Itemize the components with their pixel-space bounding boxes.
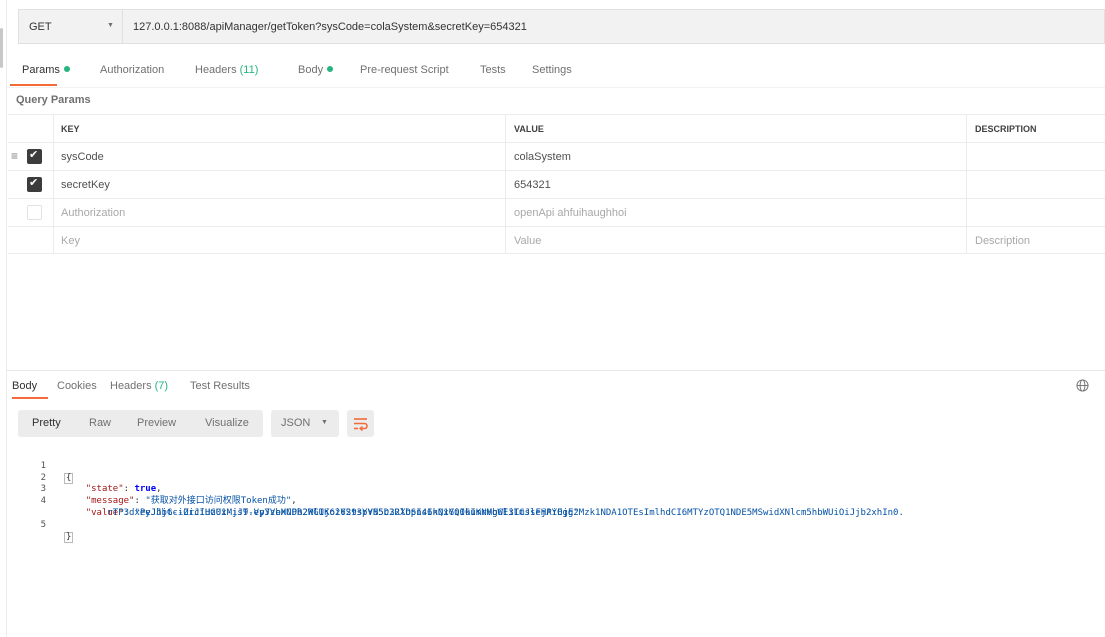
header-description: DESCRIPTION xyxy=(966,115,1105,142)
params-indicator-dot xyxy=(63,66,70,72)
code-line: 1 { xyxy=(18,449,1098,484)
code-line: 2 "state": true, xyxy=(18,461,1098,495)
response-headers-count: (7) xyxy=(154,380,169,392)
param-key[interactable]: sysCode xyxy=(53,143,512,170)
wrap-lines-button[interactable] xyxy=(347,410,374,437)
tab-body[interactable]: Body xyxy=(298,64,334,76)
tab-pre-request-script[interactable]: Pre-request Script xyxy=(360,64,449,76)
tab-params-label: Params xyxy=(22,64,60,76)
code-content: } xyxy=(64,531,74,544)
method-select[interactable]: GET ▼ xyxy=(18,9,122,44)
param-description[interactable] xyxy=(966,171,1105,198)
pane-divider[interactable] xyxy=(7,370,1105,371)
tab-headers-count: (11) xyxy=(239,64,259,76)
tab-settings-label: Settings xyxy=(532,64,572,76)
tab-pre-request-script-label: Pre-request Script xyxy=(360,64,449,76)
code-line: 3 "message": "获取对外接口访问权限Token成功", xyxy=(18,473,1098,506)
view-mode-segment: Pretty Raw Preview Visualize xyxy=(18,410,263,437)
param-value[interactable]: openApi ahfuihaughhoi xyxy=(505,199,964,226)
wrap-lines-icon xyxy=(354,418,368,432)
code-line: 4 "value": "eyJhbGciOiJIUzUxMiJ9.eyJzeXN… xyxy=(18,484,1098,518)
param-value[interactable]: colaSystem xyxy=(505,143,964,170)
divider xyxy=(7,87,1105,88)
format-label: JSON xyxy=(281,417,311,429)
header-value: VALUE xyxy=(505,115,964,142)
response-tab-test-results[interactable]: Test Results xyxy=(190,380,250,392)
tab-tests-label: Tests xyxy=(480,64,506,76)
view-raw[interactable]: Raw xyxy=(89,417,111,429)
active-response-tab-underline xyxy=(12,397,48,399)
new-description-input[interactable]: Description xyxy=(966,227,1105,254)
table-header-row: KEY VALUE DESCRIPTION xyxy=(8,114,1105,142)
response-tab-body[interactable]: Body xyxy=(12,380,37,392)
table-row: ≡ sysCode colaSystem xyxy=(8,142,1105,170)
params-table: KEY VALUE DESCRIPTION ≡ sysCode colaSyst… xyxy=(8,114,1105,254)
tab-authorization-label: Authorization xyxy=(100,64,165,76)
left-scroll-indicator xyxy=(0,28,3,68)
line-number: 5 xyxy=(40,519,46,530)
left-border xyxy=(6,0,7,637)
new-value-input[interactable]: Value xyxy=(505,227,964,254)
url-text: 127.0.0.1:8088/apiManager/getToken?sysCo… xyxy=(133,20,527,33)
response-body-code[interactable]: 1 { 2 "state": true, 3 "message": "获取对外接… xyxy=(18,449,1098,543)
header-key: KEY xyxy=(53,115,512,142)
drag-handle-icon[interactable]: ≡ xyxy=(11,150,18,162)
chevron-down-icon: ▼ xyxy=(321,419,328,426)
url-input[interactable]: 127.0.0.1:8088/apiManager/getToken?sysCo… xyxy=(122,9,1105,44)
param-key[interactable]: Authorization xyxy=(53,199,512,226)
format-select[interactable]: JSON ▼ xyxy=(271,410,339,437)
view-preview[interactable]: Preview xyxy=(137,417,176,429)
param-value[interactable]: 654321 xyxy=(505,171,964,198)
table-row: Authorization openApi ahfuihaughhoi xyxy=(8,198,1105,226)
tab-settings[interactable]: Settings xyxy=(532,64,572,76)
request-bar: GET ▼ 127.0.0.1:8088/apiManager/getToken… xyxy=(18,9,1105,44)
active-tab-underline xyxy=(10,84,57,86)
query-params-title: Query Params xyxy=(16,94,91,106)
table-row: secretKey 654321 xyxy=(8,170,1105,198)
param-description[interactable] xyxy=(966,199,1105,226)
new-key-input[interactable]: Key xyxy=(53,227,512,254)
param-description[interactable] xyxy=(966,143,1105,170)
param-checkbox[interactable] xyxy=(27,148,42,164)
param-key[interactable]: secretKey xyxy=(53,171,512,198)
close-brace: } xyxy=(64,531,74,543)
tab-body-label: Body xyxy=(298,64,324,76)
globe-icon[interactable] xyxy=(1076,379,1089,392)
response-tab-headers-label: Headers xyxy=(110,380,152,392)
param-checkbox[interactable] xyxy=(27,205,42,220)
code-line-wrapped: rTP3dxPeJJjt--ZrciHG01-jsT-VpYVbHCPR2WGU… xyxy=(18,496,1098,518)
tab-headers-label: Headers xyxy=(195,64,237,76)
method-label: GET xyxy=(29,20,52,33)
view-visualize[interactable]: Visualize xyxy=(205,417,249,429)
body-indicator-dot xyxy=(327,66,334,72)
response-tab-cookies[interactable]: Cookies xyxy=(57,380,97,392)
tab-tests[interactable]: Tests xyxy=(480,64,506,76)
tab-params[interactable]: Params xyxy=(22,64,70,76)
tab-authorization[interactable]: Authorization xyxy=(100,64,164,76)
chevron-down-icon: ▼ xyxy=(107,22,114,29)
table-row-new: Key Value Description xyxy=(8,226,1105,254)
tab-headers[interactable]: Headers (11) xyxy=(195,64,258,76)
param-checkbox[interactable] xyxy=(27,176,42,192)
view-pretty[interactable]: Pretty xyxy=(32,417,61,429)
response-tab-headers[interactable]: Headers (7) xyxy=(110,380,168,392)
code-line: 5 } xyxy=(18,508,1098,543)
